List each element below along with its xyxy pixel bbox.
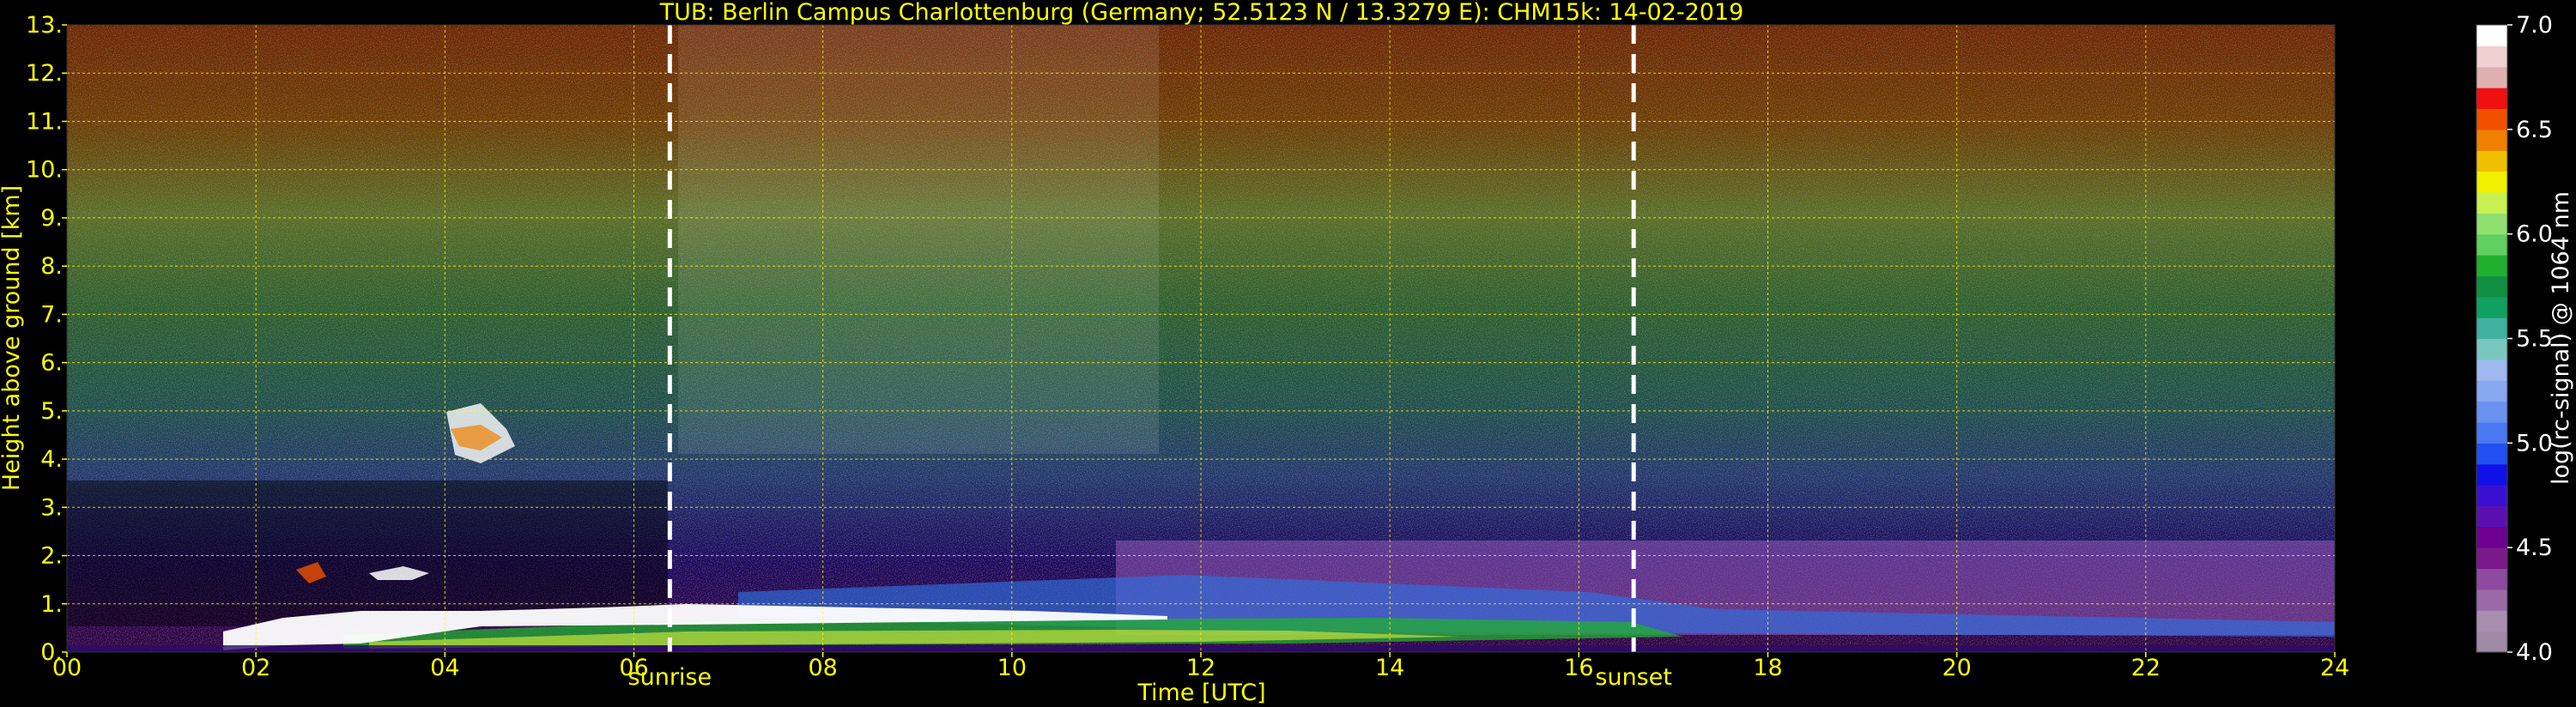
x-tick-label: 04: [430, 655, 459, 681]
colorbar-cell: [2476, 421, 2507, 444]
colorbar-cell: [2476, 589, 2507, 611]
marker-label-sunset: sunset: [1595, 664, 1672, 691]
colorbar-cell: [2476, 547, 2507, 570]
colorbar-ticks: 4.04.55.05.56.06.57.0: [2507, 12, 2553, 666]
colorbar-cell: [2476, 485, 2507, 507]
colorbar-cells: [2476, 25, 2507, 653]
colorbar-tick-label: 6.5: [2516, 117, 2553, 143]
x-tick-label: 10: [997, 655, 1027, 681]
x-tick-label: 12: [1186, 655, 1215, 681]
y-axis-label: Height above ground [km]: [0, 185, 25, 491]
colorbar-cell: [2476, 171, 2507, 193]
colorbar-cell: [2476, 150, 2507, 172]
x-tick-label: 20: [1942, 655, 1971, 681]
colorbar-cell: [2476, 275, 2507, 298]
colorbar-cell: [2476, 631, 2507, 653]
colorbar-cell: [2476, 25, 2507, 46]
colorbar-cell: [2476, 255, 2507, 276]
nighttime-low-signal: [67, 480, 668, 626]
colorbar-cell: [2476, 88, 2507, 110]
colorbar-cell: [2476, 108, 2507, 130]
y-axis-ticks: 0. 1. 2. 3. 4. 5. 6. 7. 8. 9. 10. 11. 12. 13.: [26, 12, 67, 666]
y-tick-label: 7.: [40, 301, 63, 328]
y-tick-label: 4.: [40, 446, 63, 473]
colorbar-cell: [2476, 45, 2507, 68]
colorbar-cell: [2476, 129, 2507, 151]
colorbar-cell: [2476, 505, 2507, 528]
colorbar-tick-label: 4.0: [2516, 639, 2553, 666]
colorbar: 4.04.55.05.56.06.57.0 log(rc-signal) @ 1…: [2476, 12, 2574, 666]
y-tick-label: 5.: [40, 398, 63, 425]
y-tick-label: 8.: [40, 253, 63, 280]
y-tick-label: 0.: [40, 639, 63, 666]
x-axis-label: Time [UTC]: [1136, 680, 1265, 706]
y-tick-label: 10.: [26, 157, 63, 184]
daytime-noise-band: [678, 25, 1159, 454]
chart-title: TUB: Berlin Campus Charlottenburg (Germa…: [659, 0, 1744, 26]
y-tick-label: 6.: [40, 350, 63, 377]
x-tick-label: 18: [1753, 655, 1782, 681]
y-tick-label: 11.: [26, 108, 63, 135]
colorbar-cell: [2476, 610, 2507, 632]
colorbar-cell: [2476, 296, 2507, 318]
colorbar-cell: [2476, 338, 2507, 360]
x-tick-label: 02: [241, 655, 270, 681]
colorbar-cell: [2476, 568, 2507, 590]
x-tick-label: 16: [1564, 655, 1593, 681]
y-tick-label: 12.: [26, 60, 63, 87]
colorbar-cell: [2476, 443, 2507, 465]
y-tick-label: 1.: [40, 591, 63, 618]
x-axis-ticks: 00 02 04 06 08 10 12 14 16 18 20 22 24: [52, 652, 2349, 681]
y-tick-label: 3.: [40, 494, 63, 521]
y-tick-label: 9.: [40, 205, 63, 232]
colorbar-tick-label: 4.5: [2516, 535, 2553, 561]
marker-label-sunrise: sunrise: [628, 664, 712, 691]
colorbar-tick-label: 7.0: [2516, 12, 2553, 39]
x-tick-label: 08: [808, 655, 837, 681]
x-tick-label: 24: [2320, 655, 2349, 681]
x-tick-label: 14: [1375, 655, 1404, 681]
colorbar-cell: [2476, 233, 2507, 256]
y-tick-label: 13.: [26, 12, 63, 39]
colorbar-cell: [2476, 526, 2507, 548]
x-tick-label: 22: [2131, 655, 2161, 681]
colorbar-cell: [2476, 213, 2507, 235]
colorbar-cell: [2476, 380, 2507, 402]
colorbar-cell: [2476, 191, 2507, 214]
y-tick-label: 2.: [40, 543, 63, 570]
colorbar-cell: [2476, 359, 2507, 381]
lidar-quicklook-figure: 00 02 04 06 08 10 12 14 16 18 20 22 24 0.1.2.3.4.5.6…: [0, 0, 2574, 706]
colorbar-label: log(rc-signal) @ 1064 nm: [2548, 191, 2574, 485]
colorbar-cell: [2476, 401, 2507, 423]
plot-area: [66, 24, 2336, 653]
colorbar-cell: [2476, 66, 2507, 88]
colorbar-cell: [2476, 463, 2507, 486]
colorbar-cell: [2476, 317, 2507, 340]
